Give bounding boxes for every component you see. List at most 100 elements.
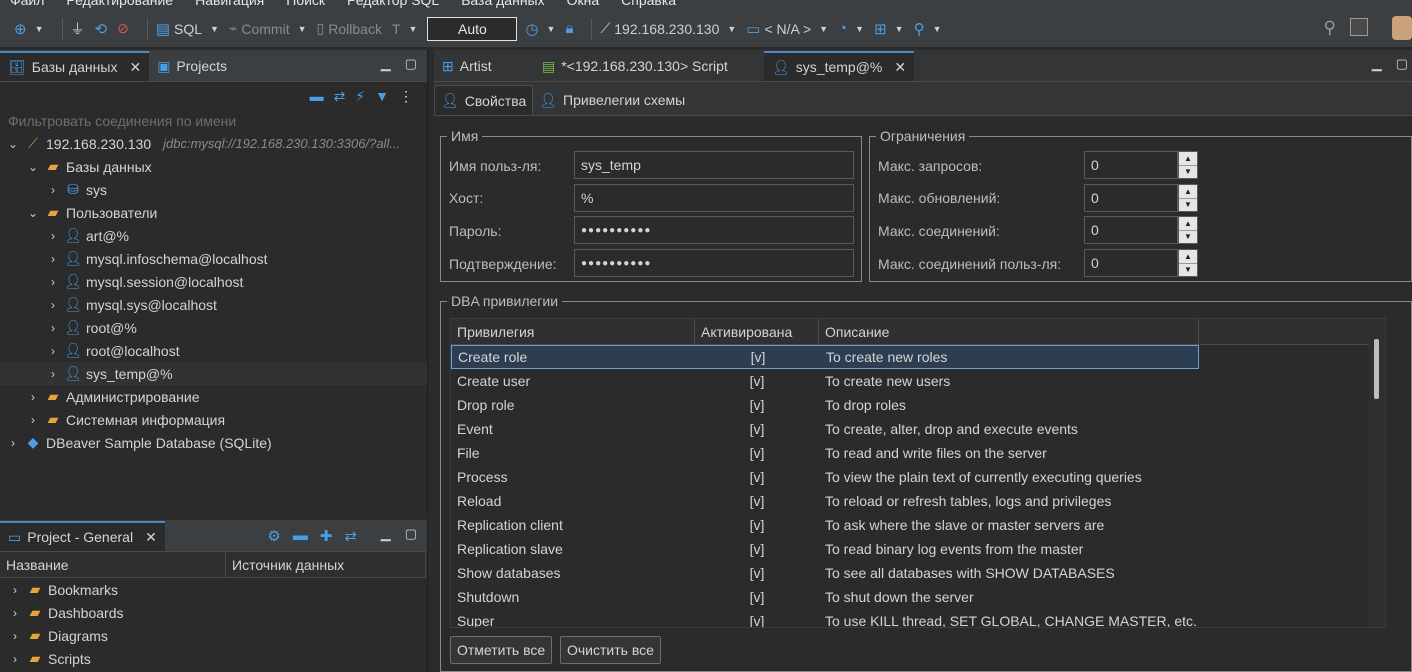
tree-user-selected[interactable]: › 👤︎ sys_temp@% bbox=[0, 362, 427, 385]
clear-all-button[interactable]: Очистить все bbox=[560, 636, 661, 664]
select-all-button[interactable]: Отметить все bbox=[450, 636, 553, 664]
find-button[interactable]: ⚲ ▼ bbox=[914, 20, 942, 38]
tree-db-sys[interactable]: › ⛁ sys bbox=[0, 178, 427, 201]
privilege-enabled[interactable]: [v] bbox=[695, 469, 819, 485]
commit-button[interactable]: ⌁ Commit ▼ bbox=[229, 20, 307, 37]
collapse-icon[interactable]: ▬ bbox=[293, 527, 308, 545]
tab-artist[interactable]: ⊞ Artist bbox=[434, 51, 534, 81]
gear-icon[interactable]: ⚙ bbox=[267, 527, 280, 545]
minimize-icon[interactable]: ▁ bbox=[1372, 56, 1382, 72]
spin-up-icon[interactable]: ▲ bbox=[1179, 250, 1197, 264]
max-updates-spinner[interactable]: ▲ ▼ bbox=[1178, 184, 1198, 212]
maximize-icon[interactable]: ▢ bbox=[405, 526, 417, 542]
menu-window[interactable]: Окна bbox=[567, 0, 600, 8]
add-icon[interactable]: ✚ bbox=[320, 527, 333, 545]
spin-down-icon[interactable]: ▼ bbox=[1179, 231, 1197, 244]
tab-script[interactable]: ▤ *<192.168.230.130> Script bbox=[534, 51, 764, 81]
menu-edit[interactable]: Редактирование bbox=[66, 0, 173, 8]
tab-databases[interactable]: 🗄︎ Базы данных ✕ bbox=[0, 51, 150, 81]
chevron-right-icon[interactable]: › bbox=[8, 606, 22, 620]
privilege-row[interactable]: Create user [v] To create new users bbox=[451, 369, 1385, 393]
scrollbar-thumb[interactable] bbox=[1374, 339, 1379, 399]
dashboard-button[interactable]: ◔ ▼ bbox=[838, 20, 864, 37]
chevron-right-icon[interactable]: › bbox=[6, 436, 20, 450]
menu-help[interactable]: Справка bbox=[621, 0, 676, 8]
privilege-enabled[interactable]: [v] bbox=[695, 613, 819, 627]
global-search-icon[interactable]: ⚲ bbox=[1324, 18, 1336, 38]
tree-user[interactable]: › 👤︎ mysql.infoschema@localhost bbox=[0, 247, 427, 270]
connect-button[interactable]: ⏚ bbox=[71, 19, 85, 39]
subtab-properties[interactable]: 👤︎ Свойства bbox=[434, 85, 534, 115]
privilege-row[interactable]: Super [v] To use KILL thread, SET GLOBAL, … bbox=[451, 609, 1385, 627]
reconnect-button[interactable]: ⟲ bbox=[95, 20, 108, 38]
menu-navigate[interactable]: Навигация bbox=[195, 0, 264, 8]
schema-compare-button[interactable]: ⊞ ▼ bbox=[874, 20, 904, 38]
privilege-enabled[interactable]: [v] bbox=[695, 493, 819, 509]
tree-user[interactable]: › 👤︎ art@% bbox=[0, 224, 427, 247]
close-icon[interactable]: ✕ bbox=[894, 59, 906, 76]
tree-user[interactable]: › 👤︎ mysql.session@localhost bbox=[0, 270, 427, 293]
max-connections-field[interactable]: 0 bbox=[1084, 216, 1178, 244]
column-enabled[interactable]: Активирована bbox=[695, 319, 819, 344]
privilege-row[interactable]: Create role [v] To create new roles bbox=[451, 345, 1199, 369]
avatar[interactable] bbox=[1392, 16, 1412, 40]
column-source[interactable]: Источник данных bbox=[226, 552, 426, 577]
tree-connection[interactable]: ⌄ ⟋ 192.168.230.130 jdbc:mysql://192.168… bbox=[0, 132, 427, 155]
max-connections-spinner[interactable]: ▲ ▼ bbox=[1178, 216, 1198, 244]
chevron-right-icon[interactable]: › bbox=[26, 390, 40, 404]
privilege-row[interactable]: File [v] To read and write files on the se… bbox=[451, 441, 1385, 465]
spin-up-icon[interactable]: ▲ bbox=[1179, 217, 1197, 231]
column-privilege[interactable]: Привилегия bbox=[451, 319, 695, 344]
privilege-row[interactable]: Event [v] To create, alter, drop and execu… bbox=[451, 417, 1385, 441]
transaction-mode-button[interactable]: T ▼ bbox=[392, 21, 417, 37]
active-schema-selector[interactable]: ▭ < N/A > ▼ bbox=[746, 20, 828, 38]
max-queries-field[interactable]: 0 bbox=[1084, 151, 1178, 179]
column-name[interactable]: Название bbox=[0, 552, 226, 577]
spin-up-icon[interactable]: ▲ bbox=[1179, 185, 1197, 199]
privilege-row[interactable]: Process [v] To view the plain text of curr… bbox=[451, 465, 1385, 489]
project-item-bookmarks[interactable]: › ▰ Bookmarks bbox=[0, 578, 427, 601]
column-description[interactable]: Описание bbox=[819, 319, 1199, 344]
chevron-right-icon[interactable]: › bbox=[46, 298, 60, 312]
privilege-enabled[interactable]: [v] bbox=[695, 445, 819, 461]
privilege-enabled[interactable]: [v] bbox=[695, 373, 819, 389]
maximize-icon[interactable]: ▢ bbox=[405, 56, 417, 72]
vertical-scrollbar[interactable] bbox=[1369, 319, 1385, 627]
privilege-enabled[interactable]: [v] bbox=[695, 565, 819, 581]
chevron-down-icon[interactable]: ⌄ bbox=[26, 160, 40, 174]
chevron-down-icon[interactable]: ⌄ bbox=[26, 206, 40, 220]
link-icon[interactable]: ⇄ bbox=[344, 527, 357, 545]
spin-down-icon[interactable]: ▼ bbox=[1179, 264, 1197, 277]
tree-user[interactable]: › 👤︎ root@localhost bbox=[0, 339, 427, 362]
max-user-connections-field[interactable]: 0 bbox=[1084, 249, 1178, 277]
project-item-scripts[interactable]: › ▰ Scripts bbox=[0, 647, 427, 670]
spin-down-icon[interactable]: ▼ bbox=[1179, 166, 1197, 179]
privilege-enabled[interactable]: [v] bbox=[695, 517, 819, 533]
chevron-right-icon[interactable]: › bbox=[46, 183, 60, 197]
rollback-button[interactable]: ▯ Rollback bbox=[317, 20, 382, 37]
menu-sql-editor[interactable]: Редактор SQL bbox=[347, 0, 439, 8]
new-connection-button[interactable]: ⊕ ▼ bbox=[14, 20, 44, 38]
active-connection-selector[interactable]: ⟋ 192.168.230.130 ▼ bbox=[600, 20, 736, 37]
username-field[interactable]: sys_temp bbox=[574, 151, 854, 179]
tree-user[interactable]: › 👤︎ mysql.sys@localhost bbox=[0, 293, 427, 316]
project-item-dashboards[interactable]: › ▰ Dashboards bbox=[0, 601, 427, 624]
chevron-right-icon[interactable]: › bbox=[46, 275, 60, 289]
max-queries-spinner[interactable]: ▲ ▼ bbox=[1178, 151, 1198, 179]
connect-icon[interactable]: ⚡︎ bbox=[355, 88, 365, 105]
project-item-diagrams[interactable]: › ▰ Diagrams bbox=[0, 624, 427, 647]
lock-button[interactable]: 🔒︎ bbox=[565, 20, 573, 37]
filter-icon[interactable]: ▼ bbox=[375, 88, 389, 104]
maximize-icon[interactable]: ▢ bbox=[1396, 56, 1408, 72]
tab-project-general[interactable]: ▭ Project - General ✕ bbox=[0, 521, 165, 551]
menu-database[interactable]: База данных bbox=[461, 0, 544, 8]
close-icon[interactable]: ✕ bbox=[129, 59, 141, 76]
minimize-icon[interactable]: ▁ bbox=[381, 56, 391, 72]
privilege-row[interactable]: Show databases [v] To see all databases wi… bbox=[451, 561, 1385, 585]
tab-sys-temp[interactable]: 👤︎ sys_temp@% ✕ bbox=[764, 51, 915, 81]
privilege-row[interactable]: Shutdown [v] To shut down the server bbox=[451, 585, 1385, 609]
privilege-enabled[interactable]: [v] bbox=[695, 541, 819, 557]
privilege-row[interactable]: Replication slave [v] To read binary log e… bbox=[451, 537, 1385, 561]
link-editor-icon[interactable]: ⇄ bbox=[334, 88, 346, 105]
chevron-down-icon[interactable]: ⌄ bbox=[6, 137, 20, 151]
